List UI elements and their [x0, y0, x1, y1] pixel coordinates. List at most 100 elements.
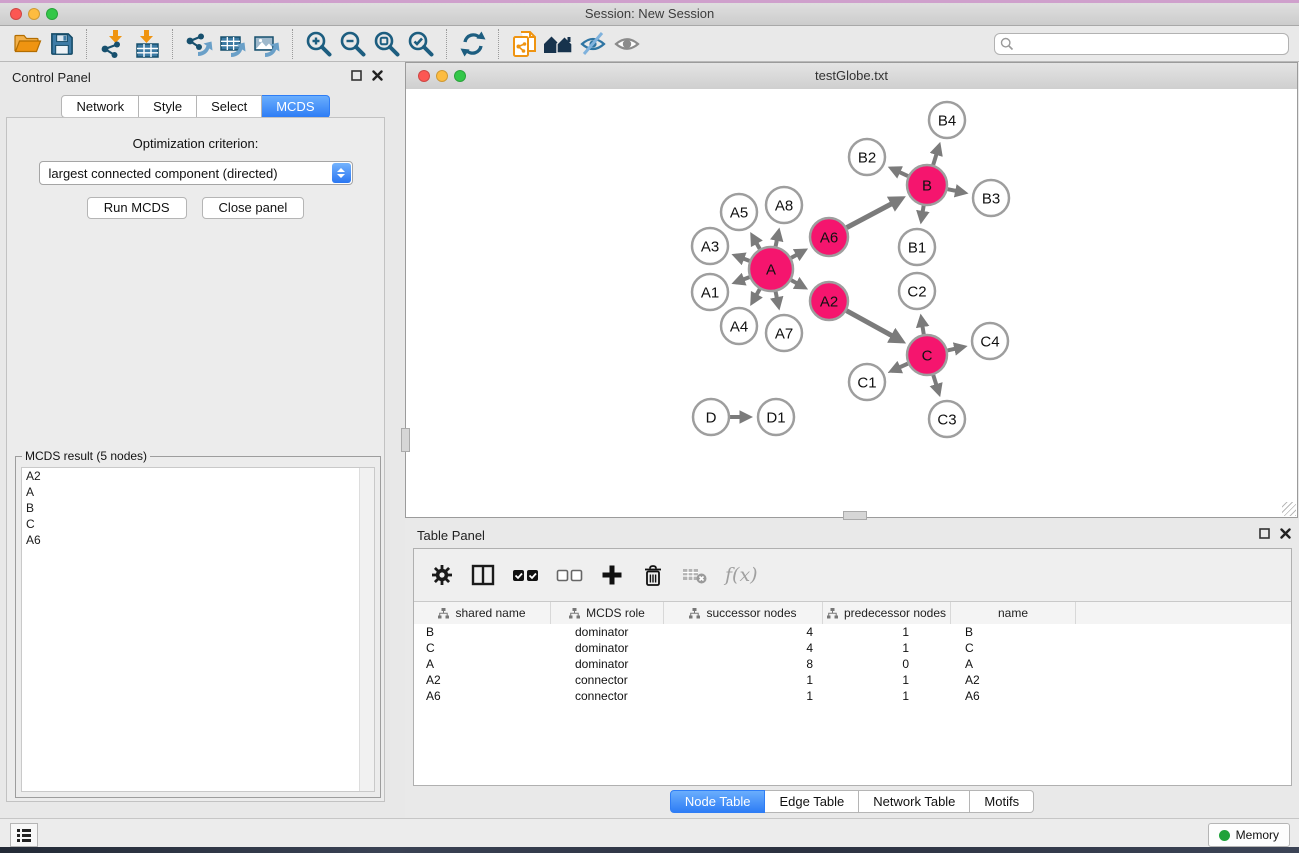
node-A1[interactable]: A1 — [692, 274, 728, 310]
node-C2[interactable]: C2 — [899, 273, 935, 309]
show-graphics-details-button[interactable] — [610, 28, 644, 60]
create-column-button[interactable] — [600, 563, 624, 587]
node-B1[interactable]: B1 — [899, 229, 935, 265]
edge-C-C1[interactable] — [892, 364, 908, 371]
delete-table-button[interactable] — [682, 563, 708, 587]
show-all-networks-button[interactable] — [542, 28, 576, 60]
mcds-result-item[interactable]: C — [22, 516, 374, 532]
deselect-all-columns-button[interactable] — [556, 563, 583, 587]
export-image-button[interactable] — [250, 28, 284, 60]
save-session-button[interactable] — [44, 28, 78, 60]
node-C3[interactable]: C3 — [929, 401, 965, 437]
refresh-button[interactable] — [456, 28, 490, 60]
export-network-button[interactable] — [182, 28, 216, 60]
tab-network[interactable]: Network — [61, 95, 139, 118]
edge-A-A5[interactable] — [752, 236, 760, 249]
zoom-in-button[interactable] — [302, 28, 336, 60]
edge-C-C2[interactable] — [921, 318, 924, 335]
table-row[interactable]: Bdominator41B — [414, 624, 1291, 640]
column-header-shared-name[interactable]: shared name — [414, 602, 551, 624]
hide-graphics-details-button[interactable] — [576, 28, 610, 60]
edge-B-B2[interactable] — [891, 168, 908, 176]
table-settings-button[interactable] — [430, 563, 454, 587]
tab-style[interactable]: Style — [139, 95, 197, 118]
edge-A-A8[interactable] — [776, 231, 779, 246]
zoom-fit-button[interactable] — [370, 28, 404, 60]
node-B4[interactable]: B4 — [929, 102, 965, 138]
close-panel-icon[interactable] — [1280, 528, 1291, 539]
table-tab-edge-table[interactable]: Edge Table — [765, 790, 859, 813]
close-panel-icon[interactable] — [372, 70, 383, 81]
float-panel-icon[interactable] — [351, 70, 362, 81]
node-A5[interactable]: A5 — [721, 194, 757, 230]
node-D[interactable]: D — [693, 399, 729, 435]
tab-mcds[interactable]: MCDS — [262, 95, 329, 118]
select-all-columns-button[interactable] — [512, 563, 539, 587]
optimization-criterion-dropdown[interactable]: largest connected component (directed) — [39, 161, 353, 185]
edge-A-A1[interactable] — [735, 277, 749, 282]
column-header-MCDS-role[interactable]: MCDS role — [551, 602, 664, 624]
node-C4[interactable]: C4 — [972, 323, 1008, 359]
edge-A-A6[interactable] — [791, 251, 804, 258]
node-A6[interactable]: A6 — [810, 218, 848, 256]
node-A7[interactable]: A7 — [766, 315, 802, 351]
node-A8[interactable]: A8 — [766, 187, 802, 223]
node-A3[interactable]: A3 — [692, 228, 728, 264]
float-panel-icon[interactable] — [1259, 528, 1270, 539]
mcds-result-item[interactable]: B — [22, 500, 374, 516]
table-row[interactable]: Cdominator41C — [414, 640, 1291, 656]
mcds-result-item[interactable]: A2 — [22, 468, 374, 484]
zoom-selected-button[interactable] — [404, 28, 438, 60]
run-mcds-button[interactable]: Run MCDS — [87, 197, 187, 219]
table-row[interactable]: A6connector11A6 — [414, 688, 1291, 704]
edge-A-A4[interactable] — [752, 289, 760, 302]
edge-A-A7[interactable] — [776, 292, 779, 307]
mcds-result-item[interactable]: A6 — [22, 532, 374, 548]
dropdown-stepper-icon[interactable] — [332, 163, 351, 183]
column-header-successor-nodes[interactable]: successor nodes — [664, 602, 823, 624]
export-table-button[interactable] — [216, 28, 250, 60]
edge-B-B1[interactable] — [921, 206, 923, 221]
edge-B-B3[interactable] — [948, 189, 965, 192]
close-panel-button[interactable]: Close panel — [202, 197, 305, 219]
open-session-button[interactable] — [10, 28, 44, 60]
edge-A-A3[interactable] — [735, 256, 749, 261]
mcds-list-scrollbar[interactable] — [359, 468, 374, 791]
node-B[interactable]: B — [907, 165, 947, 205]
mcds-result-item[interactable]: A — [22, 484, 374, 500]
window-resize-grip[interactable] — [1282, 502, 1296, 516]
edge-A6-B[interactable] — [847, 199, 902, 228]
node-B3[interactable]: B3 — [973, 180, 1009, 216]
memory-button[interactable]: Memory — [1208, 823, 1290, 847]
network-canvas[interactable]: B4 B2 B B3 A8A5 A6 A3 B1 A C2 A1 A2 A4A7 C4 C C1 D D1 C3 — [406, 89, 1297, 517]
node-A2[interactable]: A2 — [810, 282, 848, 320]
node-A4[interactable]: A4 — [721, 308, 757, 344]
node-C[interactable]: C — [907, 335, 947, 375]
vertical-splitter-handle[interactable] — [843, 511, 867, 520]
node-B2[interactable]: B2 — [849, 139, 885, 175]
column-header-name[interactable]: name — [951, 602, 1076, 624]
table-row[interactable]: Adominator80A — [414, 656, 1291, 672]
import-network-button[interactable] — [96, 28, 130, 60]
table-tab-node-table[interactable]: Node Table — [670, 790, 766, 813]
horizontal-splitter-handle[interactable] — [401, 428, 410, 452]
node-D1[interactable]: D1 — [758, 399, 794, 435]
edge-C-C4[interactable] — [947, 347, 963, 351]
edge-B-B4[interactable] — [933, 146, 939, 165]
column-header-predecessor-nodes[interactable]: predecessor nodes — [823, 602, 951, 624]
edge-A2-C[interactable] — [847, 311, 902, 341]
table-row[interactable]: A2connector11A2 — [414, 672, 1291, 688]
task-history-button[interactable] — [10, 823, 38, 847]
node-C1[interactable]: C1 — [849, 364, 885, 400]
node-A[interactable]: A — [749, 247, 793, 291]
tab-select[interactable]: Select — [197, 95, 262, 118]
zoom-out-button[interactable] — [336, 28, 370, 60]
edge-C-C3[interactable] — [933, 375, 939, 393]
table-tab-network-table[interactable]: Network Table — [859, 790, 970, 813]
edge-A-A2[interactable] — [791, 280, 804, 287]
function-builder-button[interactable]: f(x) — [725, 563, 758, 587]
table-tab-motifs[interactable]: Motifs — [970, 790, 1034, 813]
import-table-button[interactable] — [130, 28, 164, 60]
column-panel-button[interactable] — [471, 563, 495, 587]
clone-network-button[interactable] — [508, 28, 542, 60]
